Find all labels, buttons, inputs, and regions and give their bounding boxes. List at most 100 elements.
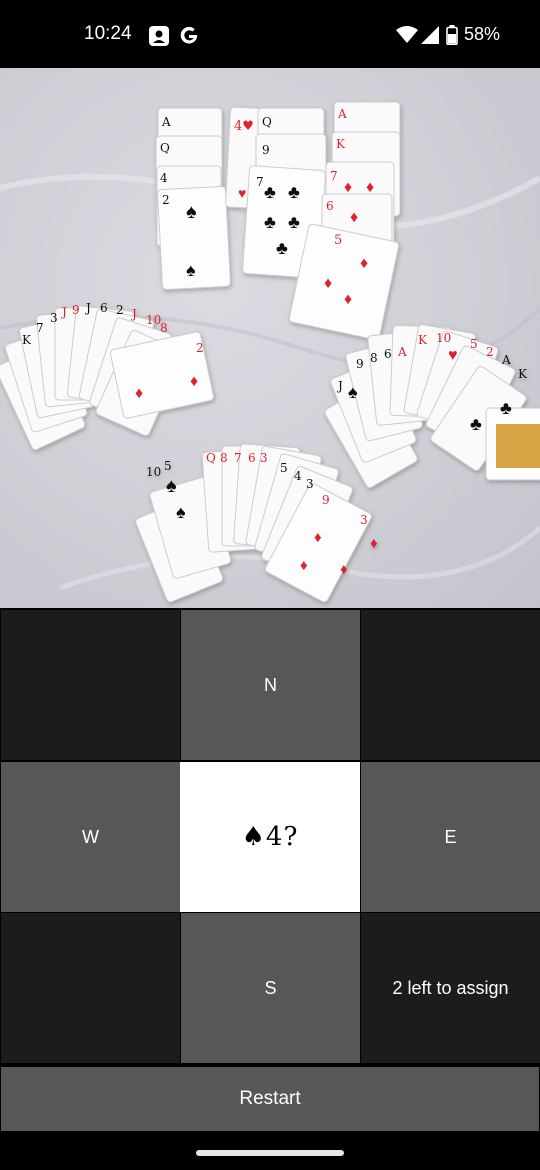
svg-text:A: A: [397, 345, 407, 359]
svg-text:9: 9: [322, 493, 330, 507]
restart-button[interactable]: Restart: [1, 1067, 539, 1131]
remaining-count-cell: 2 left to assign: [361, 913, 540, 1063]
svg-text:♦: ♦: [344, 179, 352, 196]
svg-text:A: A: [161, 115, 171, 129]
svg-text:8: 8: [370, 351, 378, 365]
status-bar: 10:24 58%: [0, 0, 540, 68]
svg-text:♠: ♠: [186, 201, 197, 223]
svg-text:♠: ♠: [176, 502, 186, 522]
svg-text:6: 6: [100, 301, 108, 315]
svg-text:♥: ♥: [238, 185, 246, 201]
svg-text:A: A: [501, 353, 511, 367]
remaining-count-label: 2 left to assign: [392, 977, 509, 998]
svg-text:Q: Q: [262, 115, 272, 129]
svg-text:A: A: [337, 107, 347, 121]
svg-text:2: 2: [116, 303, 124, 317]
svg-text:2: 2: [196, 341, 204, 355]
north-label: N: [264, 674, 277, 695]
status-time: 10:24: [84, 23, 132, 44]
svg-text:♦: ♦: [370, 535, 378, 552]
svg-text:10: 10: [146, 465, 161, 479]
gesture-nav-handle[interactable]: [196, 1150, 344, 1156]
svg-text:♠: ♠: [166, 475, 177, 497]
svg-text:3: 3: [306, 477, 314, 491]
svg-text:♦: ♦: [324, 275, 332, 292]
grid-empty-bottom-left: [1, 913, 180, 1063]
svg-text:♦: ♦: [366, 179, 374, 196]
svg-text:♣: ♣: [500, 398, 512, 418]
south-button[interactable]: S: [181, 913, 360, 1063]
east-button[interactable]: E: [361, 762, 540, 912]
svg-text:♦: ♦: [190, 373, 198, 390]
camera-photo: A Q 4 2 ♠ ♠ 4♥ ♥ Q 9 7 ♣ ♣ ♣ ♣ ♣ A K 7 6…: [0, 68, 540, 608]
svg-text:7: 7: [256, 175, 264, 189]
grid-empty-top-left: [1, 610, 180, 760]
playing-cards-photo: A Q 4 2 ♠ ♠ 4♥ ♥ Q 9 7 ♣ ♣ ♣ ♣ ♣ A K 7 6…: [0, 101, 540, 603]
svg-text:Q: Q: [160, 141, 170, 155]
svg-text:2: 2: [162, 193, 170, 207]
svg-text:♣: ♣: [470, 414, 482, 434]
west-label: W: [82, 826, 99, 847]
svg-text:6: 6: [248, 451, 256, 465]
svg-text:♥: ♥: [448, 347, 458, 364]
svg-text:9: 9: [262, 143, 270, 157]
battery-icon: [446, 25, 458, 50]
svg-text:3: 3: [50, 311, 58, 325]
east-label: E: [444, 826, 457, 847]
direction-grid: N W ♠4? E S 2 left to assign: [0, 608, 540, 1064]
svg-text:8: 8: [160, 321, 168, 335]
svg-text:♣: ♣: [264, 212, 276, 232]
south-label: S: [264, 977, 277, 998]
svg-text:J: J: [60, 305, 67, 319]
svg-text:K: K: [418, 333, 428, 347]
svg-text:6: 6: [384, 347, 392, 361]
svg-text:3: 3: [360, 513, 368, 527]
svg-text:♣: ♣: [288, 212, 300, 232]
svg-text:2: 2: [486, 345, 494, 359]
svg-text:8: 8: [220, 451, 228, 465]
google-icon: [178, 25, 200, 52]
svg-text:4♥: 4♥: [234, 119, 254, 134]
grid-empty-top-right: [361, 610, 540, 760]
svg-text:Q: Q: [206, 451, 216, 465]
wifi-icon: [396, 26, 418, 49]
svg-text:5: 5: [164, 459, 172, 473]
svg-text:7: 7: [234, 451, 242, 465]
svg-text:9: 9: [356, 357, 364, 371]
svg-text:♣: ♣: [276, 238, 288, 258]
svg-text:♣: ♣: [264, 182, 276, 202]
svg-text:♦: ♦: [340, 561, 348, 578]
svg-text:10: 10: [436, 331, 451, 345]
svg-text:J: J: [130, 307, 137, 321]
assistant-icon: [148, 25, 170, 52]
svg-text:K: K: [518, 367, 528, 381]
svg-text:K: K: [336, 137, 346, 151]
svg-text:5: 5: [280, 461, 288, 475]
svg-text:10: 10: [146, 313, 161, 327]
svg-text:3: 3: [260, 451, 268, 465]
battery-percent: 58%: [464, 24, 501, 44]
svg-text:♦: ♦: [135, 385, 143, 402]
svg-text:♠: ♠: [186, 260, 196, 280]
svg-text:J: J: [84, 301, 91, 315]
svg-text:♠: ♠: [348, 382, 358, 402]
restart-label: Restart: [239, 1088, 301, 1109]
svg-text:♣: ♣: [288, 182, 300, 202]
signal-icon: [421, 26, 439, 49]
svg-text:7: 7: [36, 321, 44, 335]
west-button[interactable]: W: [1, 762, 180, 912]
svg-text:♦: ♦: [300, 557, 308, 574]
svg-text:K: K: [22, 333, 32, 347]
svg-text:5: 5: [470, 337, 478, 351]
svg-text:J: J: [336, 379, 343, 393]
current-card-label: ♠4?: [241, 822, 299, 852]
svg-text:5: 5: [334, 233, 342, 248]
svg-text:4: 4: [294, 469, 302, 483]
svg-text:6: 6: [326, 199, 334, 213]
svg-text:♦: ♦: [344, 291, 352, 308]
svg-text:4: 4: [160, 171, 168, 185]
north-button[interactable]: N: [181, 610, 360, 760]
svg-text:7: 7: [330, 169, 338, 183]
current-card-display: ♠4?: [180, 762, 360, 912]
svg-text:♦: ♦: [360, 255, 368, 272]
